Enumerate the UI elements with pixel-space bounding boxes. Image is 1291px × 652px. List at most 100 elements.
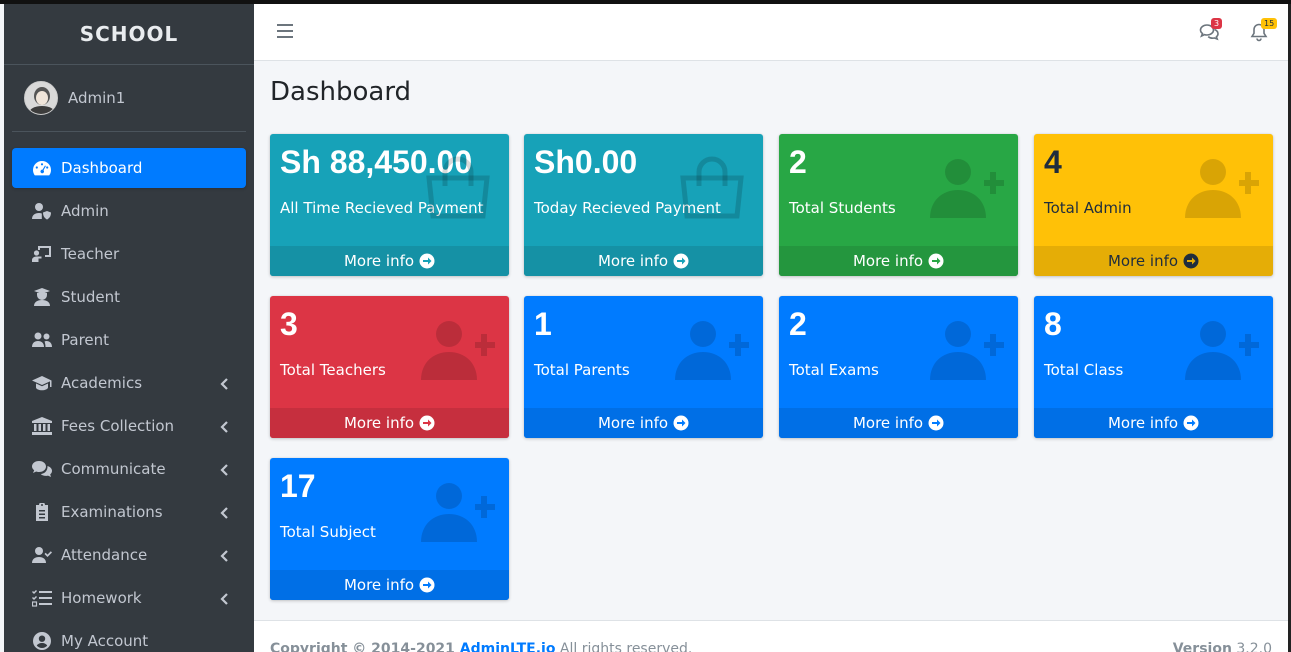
box-label: Total Students	[789, 199, 896, 217]
top-navbar: 3 15	[254, 4, 1288, 61]
messages-button[interactable]: 3	[1199, 18, 1223, 46]
chalkboard-teacher-icon	[31, 244, 53, 264]
info-box-total-class: 8 Total Class More info	[1034, 296, 1273, 438]
bell-icon	[1249, 23, 1269, 46]
more-info-label: More info	[343, 576, 415, 594]
more-info-link[interactable]: More info	[524, 408, 763, 438]
user-plus-icon	[930, 156, 1004, 220]
more-info-label: More info	[852, 414, 924, 432]
notifications-badge: 15	[1261, 18, 1278, 29]
sidebar-item-teacher[interactable]: Teacher	[12, 234, 246, 274]
sidebar-item-label: Examinations	[61, 503, 163, 521]
comments-icon	[1199, 24, 1219, 46]
sidebar-item-label: Attendance	[61, 546, 148, 564]
tachometer-icon	[31, 158, 53, 178]
clipboard-icon	[31, 502, 53, 522]
sidebar-item-parent[interactable]: Parent	[12, 320, 246, 360]
more-info-link[interactable]: More info	[1034, 408, 1273, 438]
box-label: Total Teachers	[280, 361, 386, 379]
sidebar-item-label: Admin	[61, 202, 109, 220]
version-info: Version 3.2.0	[1173, 641, 1272, 652]
sidebar-item-fees-collection[interactable]: Fees Collection	[12, 406, 246, 446]
arrow-circle-right-icon	[1183, 253, 1199, 269]
hamburger-menu-icon[interactable]	[277, 24, 293, 40]
arrow-circle-right-icon	[419, 577, 435, 593]
chevron-left-icon	[218, 419, 232, 433]
copyright-text: Copyright © 2014-2021	[270, 641, 455, 652]
version-label: Version	[1172, 641, 1232, 652]
sidebar-item-homework[interactable]: Homework	[12, 578, 246, 618]
info-box-total-admin: 4 Total Admin More info	[1034, 134, 1273, 276]
graduation-cap-icon	[31, 373, 53, 393]
info-box-total-exams: 2 Total Exams More info	[779, 296, 1018, 438]
sidebar-item-label: Dashboard	[61, 159, 143, 177]
users-icon	[31, 330, 53, 350]
more-info-label: More info	[343, 252, 415, 270]
chevron-left-icon	[218, 462, 232, 476]
more-info-label: More info	[1107, 414, 1179, 432]
sidebar-item-dashboard[interactable]: Dashboard	[12, 148, 246, 188]
avatar[interactable]	[24, 81, 58, 115]
user-name[interactable]: Admin1	[68, 89, 125, 107]
info-box-all-time-payment: Sh 88,450.00 All Time Recieved Payment M…	[270, 134, 509, 276]
more-info-label: More info	[343, 414, 415, 432]
arrow-circle-right-icon	[673, 415, 689, 431]
user-panel[interactable]: Admin1	[12, 65, 246, 132]
info-box-total-students: 2 Total Students More info	[779, 134, 1018, 276]
more-info-link[interactable]: More info	[779, 246, 1018, 276]
sidebar-item-examinations[interactable]: Examinations	[12, 492, 246, 532]
sidebar-item-label: Parent	[61, 331, 110, 349]
shopping-bag-icon	[675, 156, 749, 220]
user-plus-icon	[1185, 318, 1259, 382]
sidebar-item-label: Fees Collection	[61, 417, 175, 435]
box-label: Total Class	[1044, 361, 1124, 379]
more-info-label: More info	[597, 414, 669, 432]
arrow-circle-right-icon	[673, 253, 689, 269]
sidebar: SCHOOL Admin1 Dashboard Admin Teacher St…	[4, 4, 254, 652]
brand-logo[interactable]: SCHOOL	[4, 4, 254, 65]
info-box-today-payment: Sh0.00 Today Recieved Payment More info	[524, 134, 763, 276]
tasks-icon	[31, 588, 53, 608]
sidebar-item-label: Student	[61, 288, 121, 306]
more-info-link[interactable]: More info	[270, 570, 509, 600]
shopping-bag-icon	[421, 156, 495, 220]
user-plus-icon	[930, 318, 1004, 382]
more-info-link[interactable]: More info	[524, 246, 763, 276]
box-value: 3	[280, 306, 298, 342]
sidebar-item-label: Homework	[61, 589, 142, 607]
more-info-link[interactable]: More info	[270, 408, 509, 438]
user-graduate-icon	[31, 287, 53, 307]
box-label: Total Admin	[1044, 199, 1132, 217]
user-plus-icon	[1185, 156, 1259, 220]
more-info-link[interactable]: More info	[1034, 246, 1273, 276]
arrow-circle-right-icon	[419, 415, 435, 431]
user-plus-icon	[675, 318, 749, 382]
user-shield-icon	[31, 201, 53, 221]
chevron-left-icon	[218, 591, 232, 605]
info-box-total-teachers: 3 Total Teachers More info	[270, 296, 509, 438]
more-info-label: More info	[852, 252, 924, 270]
sidebar-item-attendance[interactable]: Attendance	[12, 535, 246, 575]
arrow-circle-right-icon	[419, 253, 435, 269]
sidebar-nav: Dashboard Admin Teacher Student Parent A…	[4, 132, 254, 652]
sidebar-item-admin[interactable]: Admin	[12, 191, 246, 231]
arrow-circle-right-icon	[928, 253, 944, 269]
arrow-circle-right-icon	[928, 415, 944, 431]
more-info-link[interactable]: More info	[270, 246, 509, 276]
sidebar-item-my-account[interactable]: My Account	[12, 621, 246, 652]
sidebar-item-academics[interactable]: Academics	[12, 363, 246, 403]
copyright: Copyright © 2014-2021 AdminLTE.io All ri…	[270, 641, 692, 652]
more-info-link[interactable]: More info	[779, 408, 1018, 438]
more-info-label: More info	[1107, 252, 1179, 270]
user-plus-icon	[421, 318, 495, 382]
chevron-left-icon	[218, 505, 232, 519]
box-value: Sh0.00	[534, 144, 638, 180]
notifications-button[interactable]: 15	[1249, 18, 1278, 46]
info-box-total-subject: 17 Total Subject More info	[270, 458, 509, 600]
box-value: 8	[1044, 306, 1062, 342]
box-label: Total Parents	[534, 361, 630, 379]
sidebar-item-student[interactable]: Student	[12, 277, 246, 317]
sidebar-item-label: Academics	[61, 374, 143, 392]
adminlte-link[interactable]: AdminLTE.io	[460, 641, 556, 652]
sidebar-item-communicate[interactable]: Communicate	[12, 449, 246, 489]
